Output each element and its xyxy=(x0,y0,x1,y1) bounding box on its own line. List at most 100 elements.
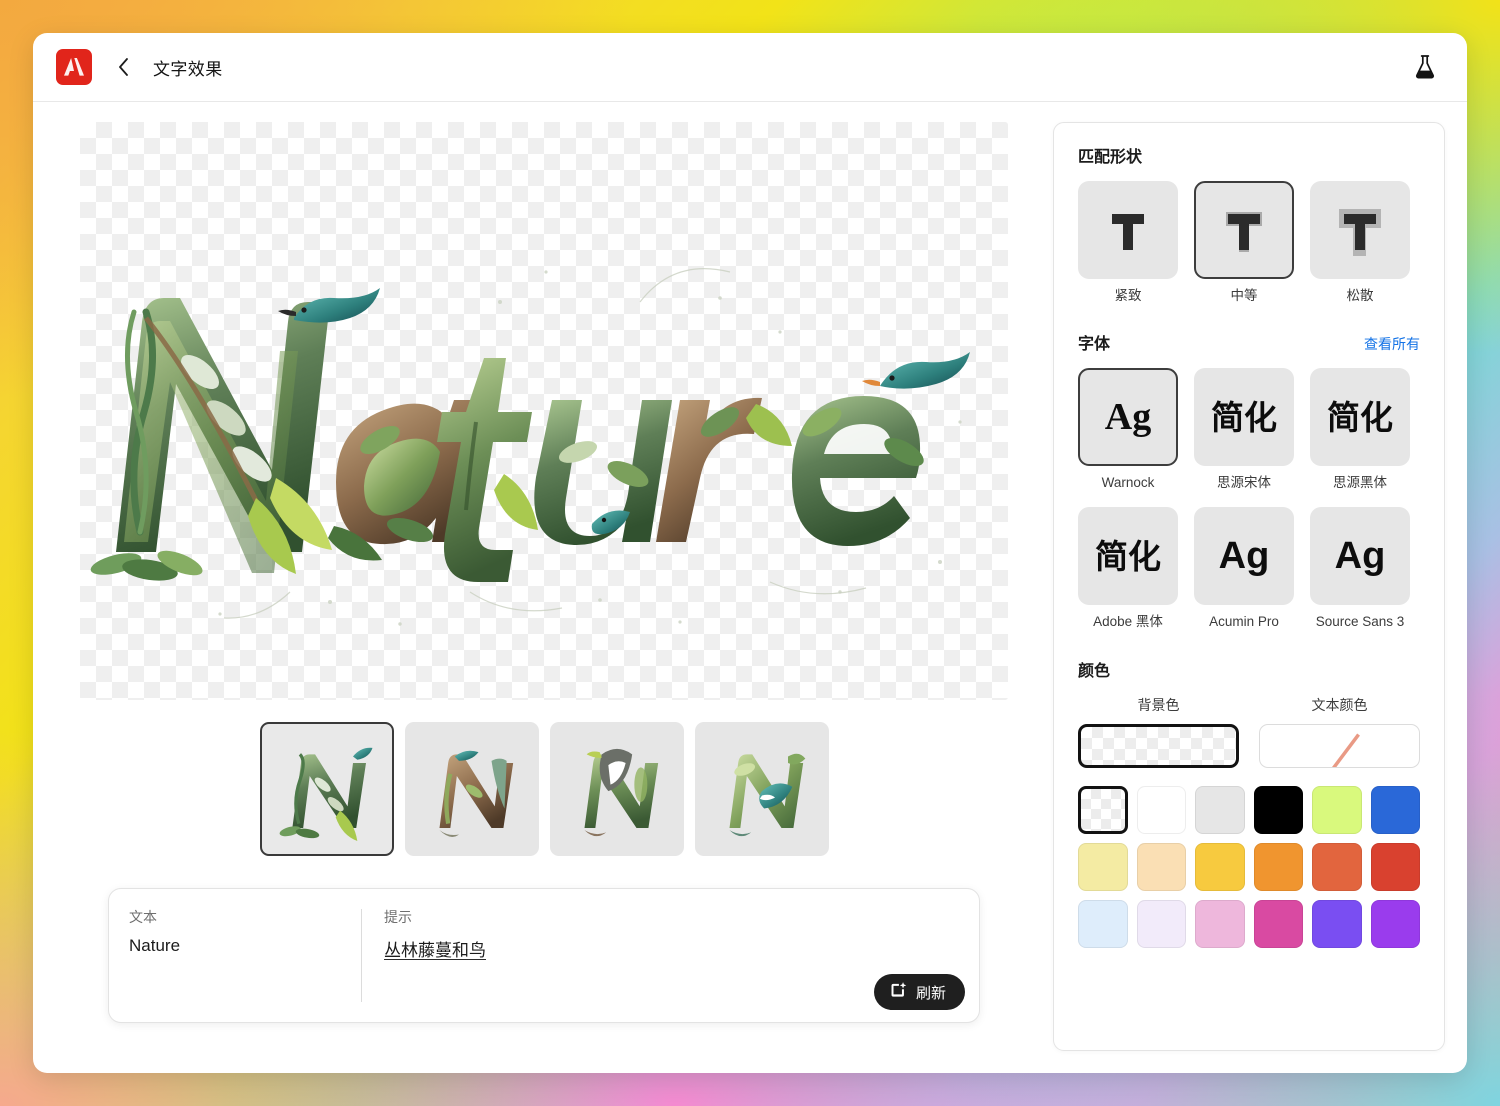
font-option-source-sans-3[interactable]: Ag Source Sans 3 xyxy=(1310,507,1410,630)
swatch-white[interactable] xyxy=(1136,785,1186,834)
font-option-acumin-pro[interactable]: Ag Acumin Pro xyxy=(1194,507,1294,630)
app-header: 文字效果 xyxy=(33,33,1467,102)
variant-thumbnail-row xyxy=(259,722,829,856)
swatch-magenta[interactable] xyxy=(1253,899,1303,948)
text-field-label: 文本 xyxy=(129,909,157,925)
colors-section: 颜色 背景色 文本颜色 xyxy=(1078,657,1420,948)
nature-text-artwork xyxy=(80,122,1008,700)
settings-panel: 匹配形状 紧致 中等 松散 字体 查看所有 Ag Warnock 简化 思源宋体… xyxy=(1053,122,1445,1051)
font-tile-adobe-heiti[interactable]: 简化 xyxy=(1078,507,1178,606)
beaker-icon[interactable] xyxy=(1408,50,1442,84)
font-glyph-acumin-pro: Ag xyxy=(1218,535,1270,578)
fonts-title: 字体 xyxy=(1078,336,1111,354)
match-shape-label-tight: 紧致 xyxy=(1114,288,1142,303)
match-shape-tile-medium[interactable] xyxy=(1194,181,1294,279)
swatch-orange[interactable] xyxy=(1253,842,1303,891)
font-glyph-source-sans-3: Ag xyxy=(1334,535,1386,578)
match-shape-option-tight[interactable]: 紧致 xyxy=(1078,181,1178,304)
swatch-black[interactable] xyxy=(1253,785,1303,834)
background-color-swatch[interactable] xyxy=(1078,723,1239,768)
font-tile-warnock[interactable]: Ag xyxy=(1078,368,1178,467)
text-color-picker[interactable]: 文本颜色 xyxy=(1259,695,1420,768)
variant-thumbnail-4[interactable] xyxy=(694,722,829,856)
letter-t-loose-icon xyxy=(1339,209,1381,256)
color-pickers: 背景色 文本颜色 xyxy=(1078,695,1420,768)
background-color-picker[interactable]: 背景色 xyxy=(1078,695,1239,768)
swatch-indigo[interactable] xyxy=(1312,899,1362,948)
font-option-source-han-serif[interactable]: 简化 思源宋体 xyxy=(1194,368,1294,491)
match-shape-option-loose[interactable]: 松散 xyxy=(1310,181,1410,304)
font-tile-source-han-serif[interactable]: 简化 xyxy=(1194,368,1294,467)
match-shape-tile-loose[interactable] xyxy=(1310,181,1410,279)
font-glyph-adobe-heiti: 简化 xyxy=(1095,536,1161,576)
match-shape-option-medium[interactable]: 中等 xyxy=(1194,181,1294,304)
font-glyph-source-han-serif: 简化 xyxy=(1211,397,1277,437)
swatch-pale-lavender[interactable] xyxy=(1136,899,1186,948)
swatch-pale-blue[interactable] xyxy=(1078,899,1128,948)
swatch-blue[interactable] xyxy=(1370,785,1420,834)
background-color-label: 背景色 xyxy=(1137,696,1180,713)
font-option-source-han-sans[interactable]: 简化 思源黑体 xyxy=(1310,368,1410,491)
match-shape-tile-tight[interactable] xyxy=(1078,181,1178,279)
fonts-grid: Ag Warnock 简化 思源宋体 简化 思源黑体 简化 Adobe 黑体 A… xyxy=(1078,368,1420,630)
variant-thumbnail-1[interactable] xyxy=(259,722,394,856)
swatch-pale-yellow[interactable] xyxy=(1078,842,1128,891)
font-option-adobe-heiti[interactable]: 简化 Adobe 黑体 xyxy=(1078,507,1178,630)
swatch-transparent[interactable] xyxy=(1078,785,1128,834)
text-field[interactable]: 文本 Nature xyxy=(129,907,361,1008)
app-body: 文本 Nature 提示 丛林藤蔓和鸟 刷新 匹配形状 紧致 中等 松散 字体 … xyxy=(33,102,1467,1073)
font-tile-source-han-sans[interactable]: 简化 xyxy=(1310,368,1410,467)
fonts-row-1: Ag Warnock 简化 思源宋体 简化 思源黑体 xyxy=(1078,368,1420,491)
color-swatch-grid xyxy=(1078,785,1420,948)
font-label-acumin-pro: Acumin Pro xyxy=(1209,614,1279,630)
match-shape-label-medium: 中等 xyxy=(1230,288,1258,303)
font-tile-source-sans-3[interactable]: Ag xyxy=(1310,507,1410,606)
adobe-logo-icon[interactable] xyxy=(56,49,92,85)
match-shape-title: 匹配形状 xyxy=(1078,149,1143,166)
view-all-fonts-link[interactable]: 查看所有 xyxy=(1364,334,1420,354)
font-glyph-warnock: Ag xyxy=(1104,396,1152,439)
variant-thumbnail-2[interactable] xyxy=(404,722,539,856)
swatch-lime[interactable] xyxy=(1312,785,1362,834)
font-label-adobe-heiti: Adobe 黑体 xyxy=(1093,614,1163,630)
prompt-field-value: 丛林藤蔓和鸟 xyxy=(384,941,486,960)
text-field-value: Nature xyxy=(129,936,181,955)
sparkle-refresh-icon xyxy=(889,981,907,1003)
letter-t-medium-icon xyxy=(1226,212,1262,252)
font-label-source-han-sans: 思源黑体 xyxy=(1333,475,1387,491)
text-color-swatch[interactable] xyxy=(1259,723,1420,768)
prompt-bar: 文本 Nature 提示 丛林藤蔓和鸟 刷新 xyxy=(108,888,980,1023)
page-title: 文字效果 xyxy=(153,59,223,79)
swatch-amber[interactable] xyxy=(1195,842,1245,891)
font-label-source-han-serif: 思源宋体 xyxy=(1217,475,1271,491)
letter-t-tight-icon xyxy=(1112,214,1144,250)
match-shape-label-loose: 松散 xyxy=(1346,288,1374,303)
fonts-section: 字体 查看所有 Ag Warnock 简化 思源宋体 简化 思源黑体 简化 Ad… xyxy=(1078,330,1420,630)
colors-title: 颜色 xyxy=(1078,662,1111,680)
fonts-section-head: 字体 查看所有 xyxy=(1078,330,1420,354)
swatch-peach[interactable] xyxy=(1136,842,1186,891)
swatch-light-gray[interactable] xyxy=(1195,785,1245,834)
app-window: 文字效果 文本 Nature 提示 丛林藤蔓和鸟 刷新 匹配形状 紧致 中等 松… xyxy=(33,33,1467,1073)
font-tile-acumin-pro[interactable]: Ag xyxy=(1194,507,1294,606)
swatch-coral[interactable] xyxy=(1312,842,1362,891)
font-glyph-source-han-sans: 简化 xyxy=(1327,397,1393,437)
refresh-button[interactable]: 刷新 xyxy=(873,974,965,1010)
font-label-warnock: Warnock xyxy=(1101,475,1155,491)
prompt-divider xyxy=(361,909,362,1002)
match-shape-options: 紧致 中等 松散 xyxy=(1078,181,1420,304)
back-button[interactable] xyxy=(112,52,134,82)
editor-column: 文本 Nature 提示 丛林藤蔓和鸟 刷新 xyxy=(55,122,1033,1051)
prompt-field-label: 提示 xyxy=(384,909,412,925)
swatch-pink[interactable] xyxy=(1195,899,1245,948)
swatch-violet[interactable] xyxy=(1370,899,1420,948)
font-label-source-sans-3: Source Sans 3 xyxy=(1315,614,1405,630)
variant-thumbnail-3[interactable] xyxy=(549,722,684,856)
text-color-label: 文本颜色 xyxy=(1311,696,1368,713)
swatch-red[interactable] xyxy=(1370,842,1420,891)
fonts-row-2: 简化 Adobe 黑体 Ag Acumin Pro Ag Source Sans… xyxy=(1078,507,1420,630)
artwork-canvas[interactable] xyxy=(80,122,1008,700)
no-color-slash-icon xyxy=(1332,733,1360,767)
refresh-button-label: 刷新 xyxy=(915,984,946,1002)
font-option-warnock[interactable]: Ag Warnock xyxy=(1078,368,1178,491)
